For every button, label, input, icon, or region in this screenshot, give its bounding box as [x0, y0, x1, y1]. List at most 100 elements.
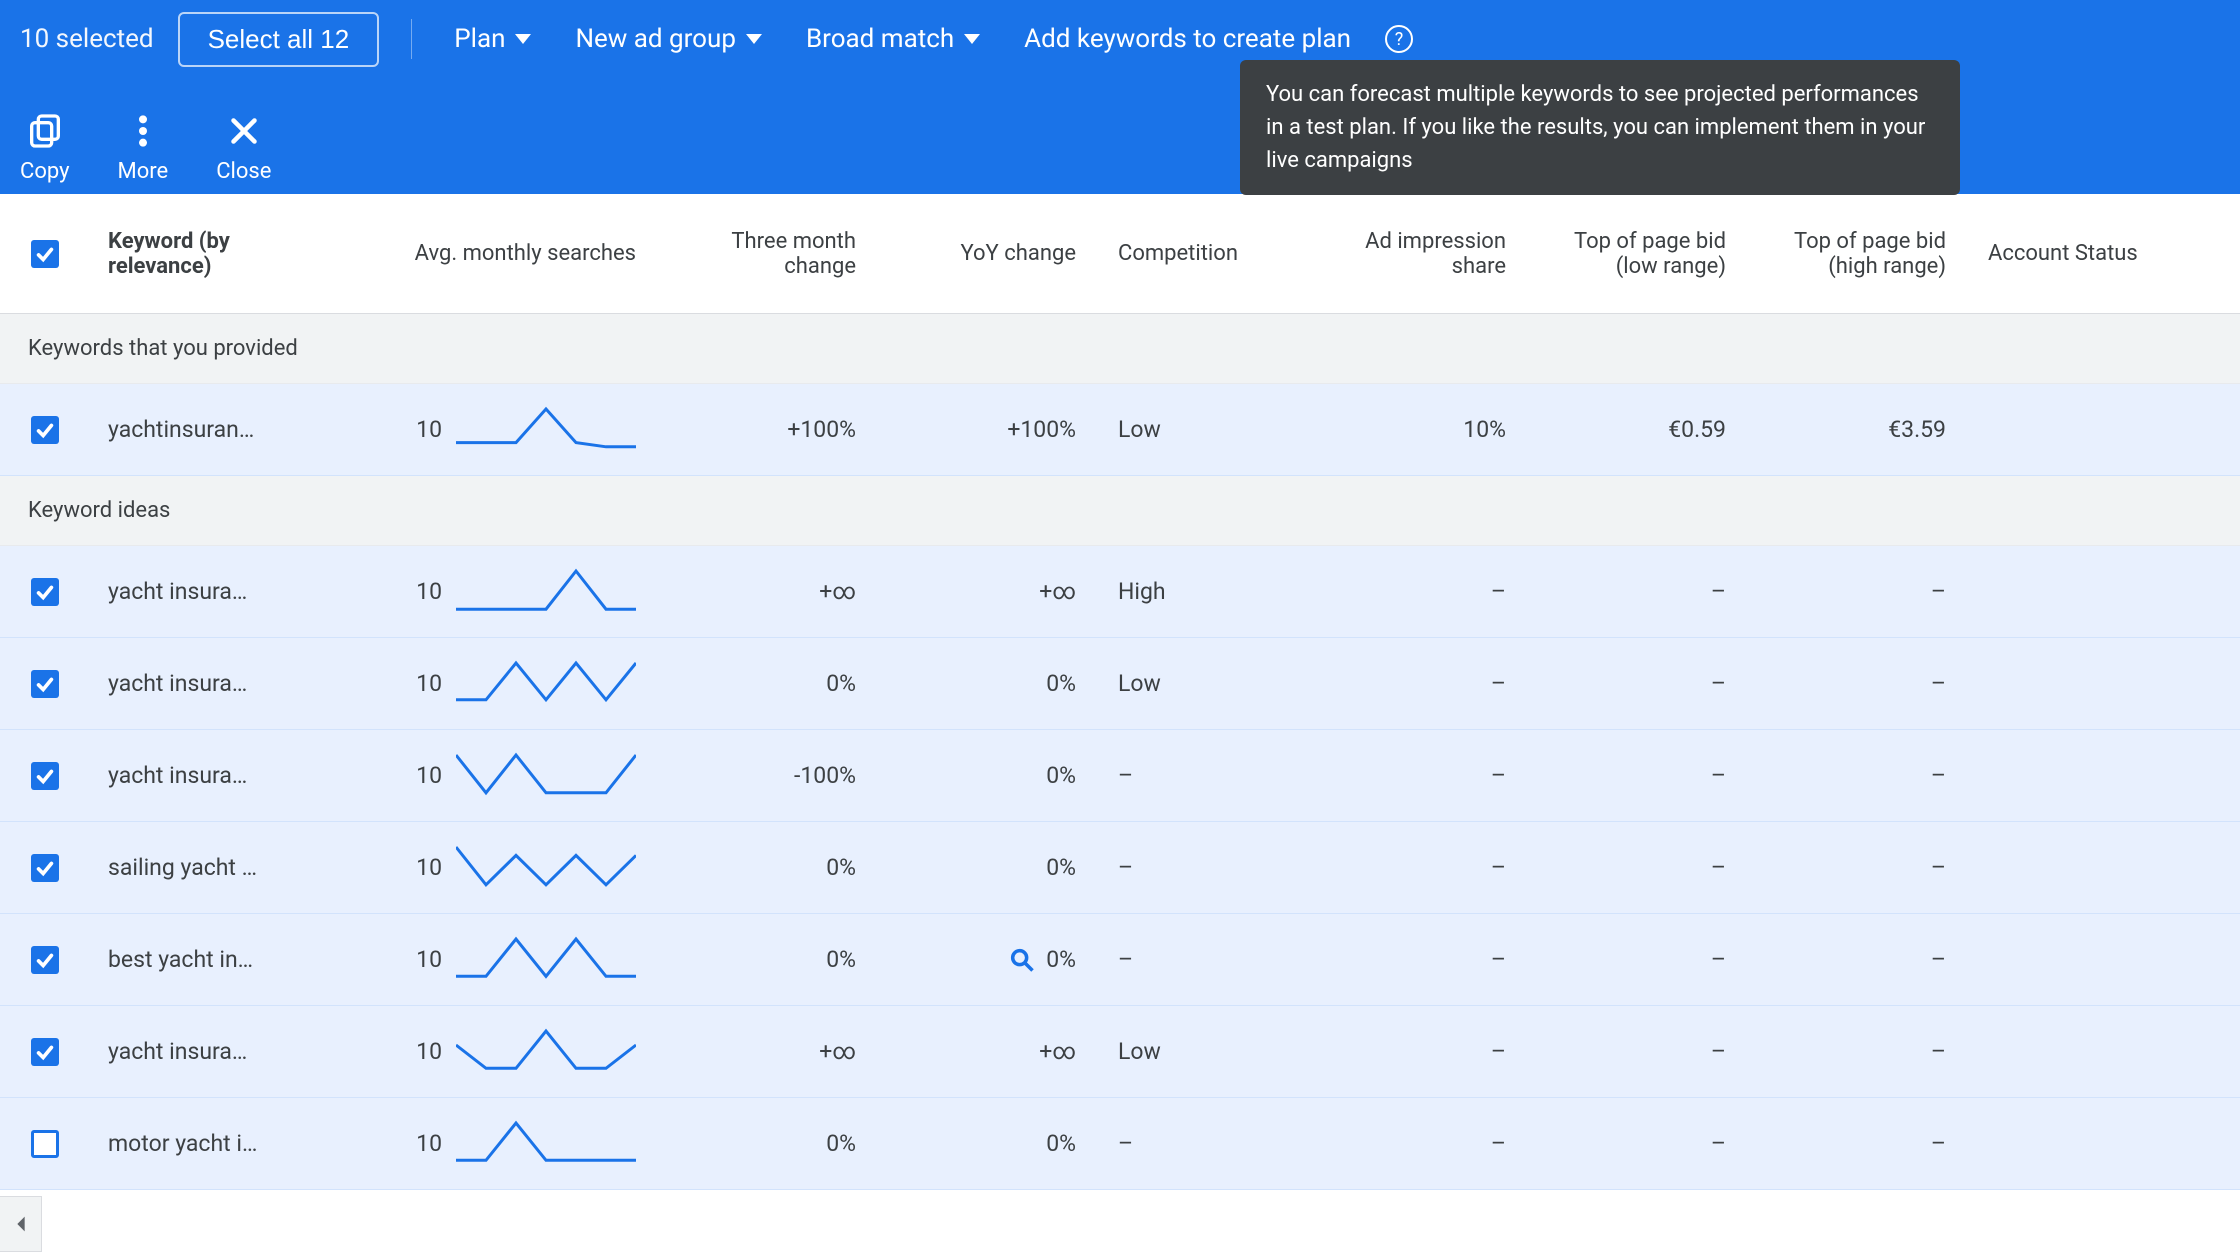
close-label: Close [216, 159, 271, 184]
cell-yoy: 0% [880, 750, 1100, 801]
more-button[interactable]: More [118, 109, 169, 184]
table-header-row: Keyword (by relevance) Avg. monthly sear… [0, 194, 2240, 314]
cell-bid-high: – [1750, 934, 1970, 985]
cell-three-month: +∞ [660, 566, 880, 617]
sparkline-icon [456, 844, 636, 892]
select-all-checkbox[interactable] [31, 240, 59, 268]
cell-keyword: yacht insura… [90, 566, 310, 617]
sparkline-icon [456, 1028, 636, 1076]
row-checkbox[interactable] [31, 946, 59, 974]
cell-bid-low: – [1530, 566, 1750, 617]
cell-competition: Low [1100, 404, 1320, 455]
cell-competition: – [1100, 1118, 1320, 1169]
table-row[interactable]: yacht insura… 10 0% 0% Low – – – [0, 638, 2240, 730]
cell-three-month: 0% [660, 658, 880, 709]
help-icon[interactable]: ? [1385, 25, 1413, 53]
table-row[interactable]: yachtinsuran… 10 +100% +100% Low 10% €0.… [0, 384, 2240, 476]
cell-account-status [1970, 1132, 2200, 1156]
row-checkbox[interactable] [31, 1130, 59, 1158]
cell-impression-share: – [1320, 658, 1530, 709]
row-checkbox[interactable] [31, 1038, 59, 1066]
cell-searches: 10 [416, 762, 442, 789]
cell-bid-low: – [1530, 934, 1750, 985]
row-checkbox[interactable] [31, 762, 59, 790]
cell-keyword: yacht insura… [90, 658, 310, 709]
plan-dropdown-label: Plan [454, 24, 505, 54]
cell-yoy: 0% [880, 842, 1100, 893]
cell-competition: Low [1100, 1026, 1320, 1077]
plan-dropdown[interactable]: Plan [444, 18, 541, 60]
sparkline-icon [456, 660, 636, 708]
cell-yoy: 0% [880, 1118, 1100, 1169]
cell-account-status [1970, 948, 2200, 972]
cell-account-status [1970, 1040, 2200, 1064]
row-checkbox[interactable] [31, 416, 59, 444]
cell-account-status [1970, 856, 2200, 880]
copy-button[interactable]: Copy [20, 109, 70, 184]
close-button[interactable]: Close [216, 109, 271, 184]
col-bid-low[interactable]: Top of page bid (low range) [1530, 217, 1750, 291]
cell-keyword: yacht insura… [90, 750, 310, 801]
cell-impression-share: – [1320, 1118, 1530, 1169]
row-checkbox[interactable] [31, 854, 59, 882]
cell-three-month: 0% [660, 934, 880, 985]
close-icon [222, 109, 266, 153]
cell-bid-high: – [1750, 1026, 1970, 1077]
col-account-status[interactable]: Account Status [1970, 229, 2200, 278]
cell-bid-low: €0.59 [1530, 404, 1750, 455]
col-avg-searches[interactable]: Avg. monthly searches [310, 229, 660, 278]
chevron-down-icon [515, 34, 531, 44]
cell-bid-low: – [1530, 658, 1750, 709]
search-icon[interactable] [1008, 946, 1036, 974]
select-all-button[interactable]: Select all 12 [178, 12, 380, 67]
sparkline-icon [456, 568, 636, 616]
cell-keyword: sailing yacht … [90, 842, 310, 893]
table-row[interactable]: best yacht in… 10 0% 0% – – – – [0, 914, 2240, 1006]
chevron-down-icon [964, 34, 980, 44]
add-keywords-button[interactable]: Add keywords to create plan [1014, 18, 1361, 60]
more-vertical-icon [121, 109, 165, 153]
cell-impression-share: – [1320, 566, 1530, 617]
cell-yoy: 0% [880, 934, 1100, 986]
cell-competition: – [1100, 842, 1320, 893]
cell-account-status [1970, 672, 2200, 696]
cell-bid-high: – [1750, 750, 1970, 801]
row-checkbox[interactable] [31, 670, 59, 698]
table-row[interactable]: yacht insura… 10 +∞ +∞ High – – – [0, 546, 2240, 638]
col-three-month[interactable]: Three month change [660, 217, 880, 291]
table-row[interactable]: yacht insura… 10 +∞ +∞ Low – – – [0, 1006, 2240, 1098]
new-ad-group-label: New ad group [575, 24, 736, 54]
broad-match-label: Broad match [806, 24, 954, 54]
cell-account-status [1970, 418, 2200, 442]
collapse-panel-button[interactable] [0, 1196, 42, 1252]
cell-searches: 10 [416, 416, 442, 443]
col-bid-high[interactable]: Top of page bid (high range) [1750, 217, 1970, 291]
selected-count: 10 selected [20, 24, 154, 54]
col-keyword[interactable]: Keyword (by relevance) [90, 217, 310, 291]
cell-account-status [1970, 580, 2200, 604]
cell-competition: – [1100, 934, 1320, 985]
new-ad-group-dropdown[interactable]: New ad group [565, 18, 772, 60]
table-row[interactable]: sailing yacht … 10 0% 0% – – – – [0, 822, 2240, 914]
cell-bid-high: – [1750, 658, 1970, 709]
cell-three-month: -100% [660, 750, 880, 801]
cell-yoy: +∞ [880, 1026, 1100, 1077]
cell-impression-share: – [1320, 750, 1530, 801]
table-row[interactable]: yacht insura… 10 -100% 0% – – – – [0, 730, 2240, 822]
cell-keyword: yacht insura… [90, 1026, 310, 1077]
copy-label: Copy [20, 159, 70, 184]
sparkline-icon [456, 406, 636, 454]
section-provided: Keywords that you provided [0, 314, 2240, 384]
cell-keyword: yachtinsuran… [90, 404, 310, 455]
cell-bid-low: – [1530, 842, 1750, 893]
row-checkbox[interactable] [31, 578, 59, 606]
broad-match-dropdown[interactable]: Broad match [796, 18, 990, 60]
cell-competition: Low [1100, 658, 1320, 709]
col-yoy[interactable]: YoY change [880, 229, 1100, 278]
col-impression-share[interactable]: Ad impression share [1320, 217, 1530, 291]
table-row[interactable]: motor yacht i… 10 0% 0% – – – – [0, 1098, 2240, 1190]
col-competition[interactable]: Competition [1100, 229, 1320, 278]
cell-bid-high: €3.59 [1750, 404, 1970, 455]
sparkline-icon [456, 936, 636, 984]
cell-impression-share: 10% [1320, 404, 1530, 455]
